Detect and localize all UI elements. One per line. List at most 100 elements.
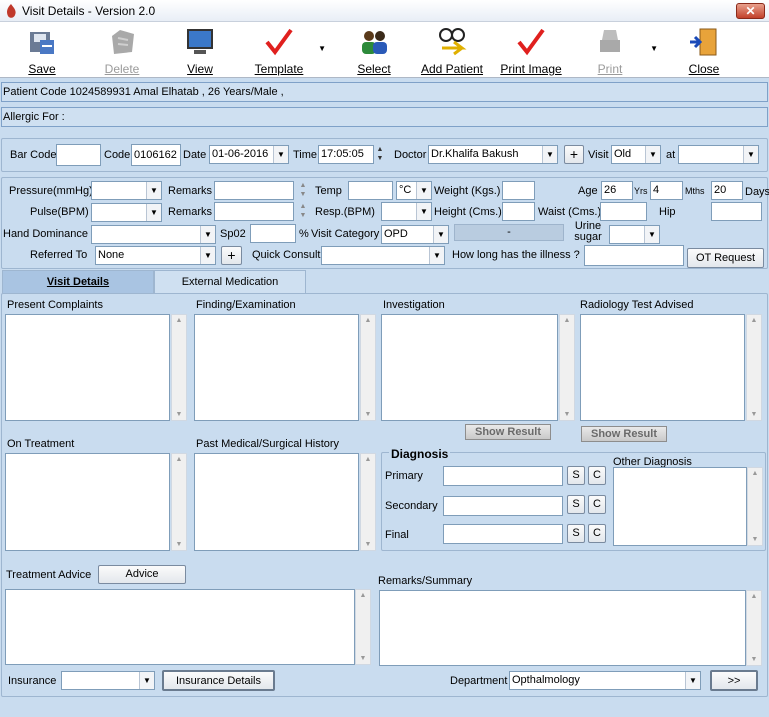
time-input[interactable]: 17:05:05 (318, 145, 374, 164)
ot-request-button[interactable]: OT Request (687, 248, 764, 268)
pressure-remarks-label: Remarks (168, 185, 213, 197)
age-days-input[interactable]: 20 (711, 181, 743, 200)
department-select[interactable]: Opthalmology ▼ (509, 671, 701, 690)
past-history-input[interactable] (194, 453, 359, 551)
resp-select[interactable]: ▼ (381, 202, 432, 221)
save-button[interactable]: Save (18, 22, 66, 78)
treatment-advice-scrollbar[interactable]: ▲ ▼ (355, 589, 371, 665)
present-complaints-scrollbar[interactable]: ▲ ▼ (171, 314, 187, 421)
present-complaints-input[interactable] (5, 314, 170, 421)
radiology-show-result-button[interactable]: Show Result (581, 426, 667, 442)
secondary-diagnosis-input[interactable] (443, 496, 563, 516)
pressure-select[interactable]: ▼ (91, 181, 162, 200)
treatment-advice-input[interactable] (5, 589, 355, 665)
temp-input[interactable] (348, 181, 393, 200)
pulse-label: Pulse(BPM) (30, 206, 89, 218)
advice-button[interactable]: Advice (98, 565, 186, 584)
category-display: - (454, 224, 564, 241)
code-input[interactable]: 0106162 (131, 144, 181, 166)
view-button[interactable]: View (176, 22, 224, 78)
years-label: Yrs (634, 186, 648, 196)
chevron-down-icon: ▼ (200, 247, 215, 264)
on-treatment-scrollbar[interactable]: ▲ ▼ (171, 453, 187, 551)
insurance-select[interactable]: ▼ (61, 671, 155, 690)
on-treatment-input[interactable] (5, 453, 170, 551)
radiology-input[interactable] (580, 314, 745, 421)
select-label: Select (357, 62, 391, 76)
add-doctor-button[interactable]: + (564, 145, 584, 164)
chevron-down-icon: ▼ (416, 203, 431, 220)
chevron-down-icon: ▼ (644, 226, 659, 243)
other-diagnosis-input[interactable] (613, 467, 747, 546)
age-months-input[interactable]: 4 (650, 181, 683, 200)
primary-c-button[interactable]: C (588, 466, 606, 485)
remarks-summary-scrollbar[interactable]: ▲ ▼ (746, 590, 762, 666)
final-diagnosis-input[interactable] (443, 524, 563, 544)
pulse-remarks-input[interactable] (214, 202, 294, 221)
insurance-details-button[interactable]: Insurance Details (162, 670, 275, 691)
investigation-scrollbar[interactable]: ▲ ▼ (559, 314, 575, 421)
select-button[interactable]: Select (350, 22, 398, 78)
remarks-summary-input[interactable] (379, 590, 746, 666)
add-referral-button[interactable]: + (221, 246, 242, 265)
pulse-remarks-spinner[interactable]: ▲ ▼ (297, 202, 309, 221)
tab-external-medication[interactable]: External Medication (154, 270, 306, 293)
allergy-info: Allergic For : (1, 107, 768, 127)
add-patient-icon (439, 28, 467, 56)
spo2-input[interactable] (250, 224, 296, 243)
height-input[interactable] (502, 202, 535, 221)
weight-input[interactable] (502, 181, 535, 200)
urine-sugar-select[interactable]: ▼ (609, 225, 660, 244)
delete-icon (112, 30, 134, 54)
temp-unit-select[interactable]: °C ▼ (396, 181, 432, 200)
primary-diagnosis-input[interactable] (443, 466, 563, 486)
print-button[interactable]: Print ▼ (586, 22, 658, 78)
age-years-input[interactable]: 26 (601, 181, 633, 200)
barcode-input[interactable] (56, 144, 101, 166)
checkmark-icon (265, 28, 293, 56)
time-spinner[interactable]: ▲ ▼ (374, 145, 386, 164)
other-diagnosis-scrollbar[interactable]: ▲ ▼ (747, 467, 763, 546)
visit-type-select[interactable]: Old ▼ (611, 145, 661, 164)
print-image-button[interactable]: Print Image (498, 22, 564, 78)
hand-dominance-select[interactable]: ▼ (91, 225, 216, 244)
resp-label: Resp.(BPM) (315, 206, 375, 218)
referred-to-select[interactable]: None ▼ (95, 246, 216, 265)
pressure-remarks-input[interactable] (214, 181, 294, 200)
print-dropdown-icon[interactable]: ▼ (650, 44, 658, 53)
hip-input[interactable] (711, 202, 762, 221)
past-history-scrollbar[interactable]: ▲ ▼ (360, 453, 376, 551)
primary-s-button[interactable]: S (567, 466, 585, 485)
chevron-down-icon: ▼ (433, 226, 448, 243)
final-s-button[interactable]: S (567, 524, 585, 543)
finding-input[interactable] (194, 314, 359, 421)
window-close-button[interactable]: ✕ (736, 3, 765, 19)
waist-input[interactable] (600, 202, 647, 221)
radiology-scrollbar[interactable]: ▲ ▼ (746, 314, 762, 421)
investigation-show-result-button[interactable]: Show Result (465, 424, 551, 440)
finding-scrollbar[interactable]: ▲ ▼ (360, 314, 376, 421)
window-title: Visit Details - Version 2.0 (22, 4, 156, 18)
next-button[interactable]: >> (710, 670, 758, 691)
final-c-button[interactable]: C (588, 524, 606, 543)
investigation-input[interactable] (381, 314, 558, 421)
tab-visit-details[interactable]: Visit Details (2, 270, 154, 293)
delete-button[interactable]: Delete (98, 22, 146, 78)
secondary-c-button[interactable]: C (588, 495, 606, 514)
template-button[interactable]: Template ▼ (250, 22, 326, 78)
doctor-select[interactable]: Dr.Khalifa Bakush ▼ (428, 145, 558, 164)
visit-category-select[interactable]: OPD ▼ (381, 225, 449, 244)
template-dropdown-icon[interactable]: ▼ (318, 44, 326, 53)
secondary-s-button[interactable]: S (567, 495, 585, 514)
quick-consult-select[interactable]: ▼ (321, 246, 445, 265)
at-select[interactable]: ▼ (678, 145, 759, 164)
illness-duration-input[interactable] (584, 245, 684, 266)
close-button[interactable]: Close (680, 22, 728, 78)
chevron-down-icon: ▼ (685, 672, 700, 689)
date-picker[interactable]: 01-06-2016 ▼ (209, 145, 289, 164)
pressure-label: Pressure(mmHg) (9, 185, 93, 197)
add-patient-button[interactable]: Add Patient (418, 22, 486, 78)
pressure-remarks-spinner[interactable]: ▲ ▼ (297, 181, 309, 200)
users-icon (362, 31, 387, 54)
pulse-select[interactable]: ▼ (91, 203, 162, 222)
